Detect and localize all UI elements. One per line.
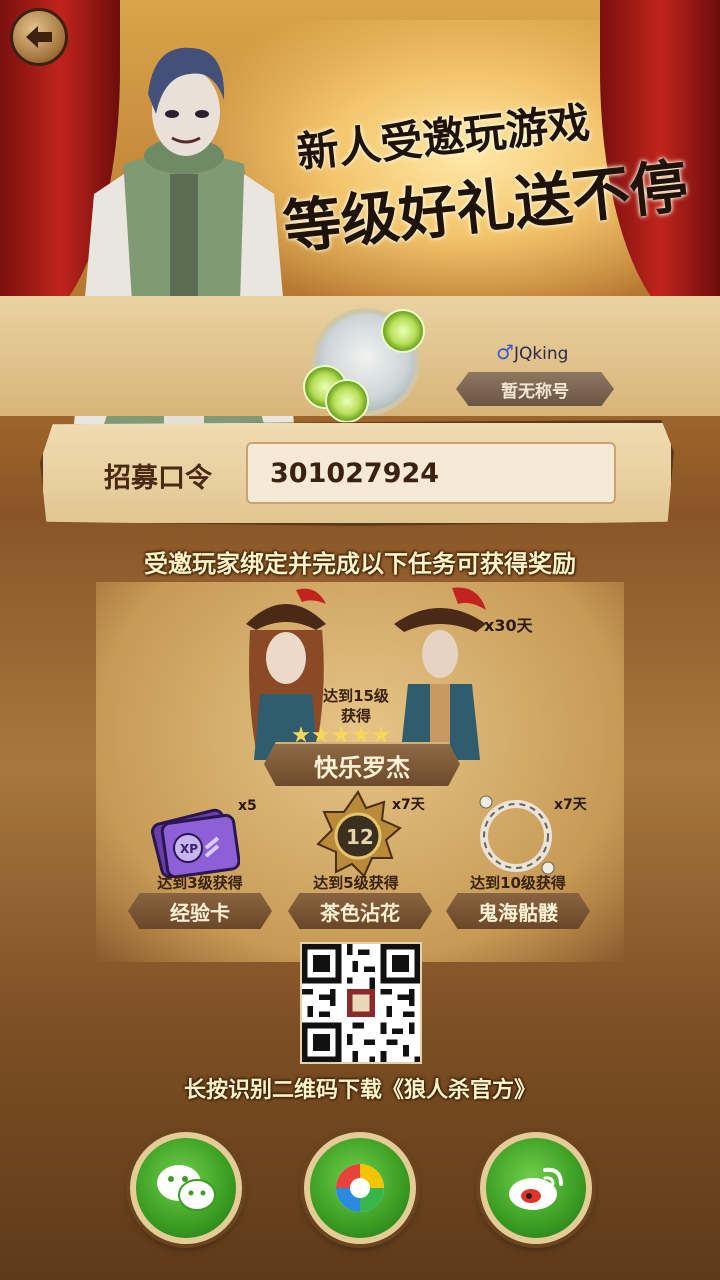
main-reward-requirement: 达到15级 获得 — [318, 686, 394, 726]
weibo-icon — [509, 1167, 563, 1210]
main-reward-duration: x30天 — [484, 616, 533, 635]
download-caption: 长按识别二维码下载《狼人杀官方》 — [183, 1078, 536, 1103]
main-reward-rating — [292, 726, 390, 744]
player-name-text: JQking — [513, 344, 569, 364]
moments-icon — [336, 1164, 384, 1212]
reward-count: x7天 — [392, 797, 425, 813]
lime-decoration-icon — [325, 379, 369, 423]
main-reward-requirement-line1: 达到15级 — [323, 687, 389, 705]
male-pirate-skin-illustration — [394, 587, 486, 760]
back-arrow-icon — [26, 26, 52, 48]
invite-code-label: 招募口令 — [104, 463, 212, 494]
reward-name: 茶色沾花 — [288, 893, 432, 929]
invite-code-field[interactable]: 301027924 — [246, 442, 616, 504]
qr-code-icon — [302, 944, 420, 1062]
main-reward-requirement-line2: 获得 — [340, 707, 371, 725]
reward-name: 鬼海骷髅 — [446, 893, 590, 929]
back-button[interactable] — [10, 8, 68, 66]
main-reward-name: 快乐罗杰 — [264, 742, 460, 786]
invite-page: 新人受邀玩游戏 等级好礼送不停 ♂JQking 暂无称号 招募口令 301027… — [0, 0, 720, 1280]
svg-text:12: 12 — [346, 825, 374, 849]
player-avatar — [303, 308, 425, 423]
star-icon — [332, 726, 350, 743]
lime-decoration-icon — [381, 309, 425, 353]
wechat-icon — [157, 1165, 216, 1211]
task-heading: 受邀玩家绑定并完成以下任务可获得奖励 — [144, 550, 576, 578]
star-icon — [312, 726, 330, 743]
share-weibo-button[interactable] — [480, 1132, 592, 1244]
reward-requirement: 达到5级获得 — [313, 874, 399, 892]
player-name: ♂JQking — [496, 340, 568, 364]
star-icon — [292, 726, 310, 743]
svg-text:XP: XP — [180, 842, 198, 856]
reward-requirement: 达到3级获得 — [157, 874, 243, 892]
badge-12-icon: 12 — [316, 790, 402, 878]
star-icon — [372, 726, 390, 743]
download-qr-code[interactable] — [300, 942, 422, 1064]
reward-count: x7天 — [554, 797, 587, 813]
share-moments-button[interactable] — [304, 1132, 416, 1244]
bone-ring-icon — [479, 795, 555, 875]
male-gender-icon: ♂ — [496, 340, 514, 364]
star-icon — [352, 726, 370, 743]
player-title-badge: 暂无称号 — [456, 372, 614, 406]
share-wechat-button[interactable] — [130, 1132, 242, 1244]
reward-requirement: 达到10级获得 — [470, 874, 566, 892]
reward-name: 经验卡 — [128, 893, 272, 929]
reward-count: x5 — [238, 798, 257, 814]
invite-code-value: 301027924 — [270, 457, 440, 489]
